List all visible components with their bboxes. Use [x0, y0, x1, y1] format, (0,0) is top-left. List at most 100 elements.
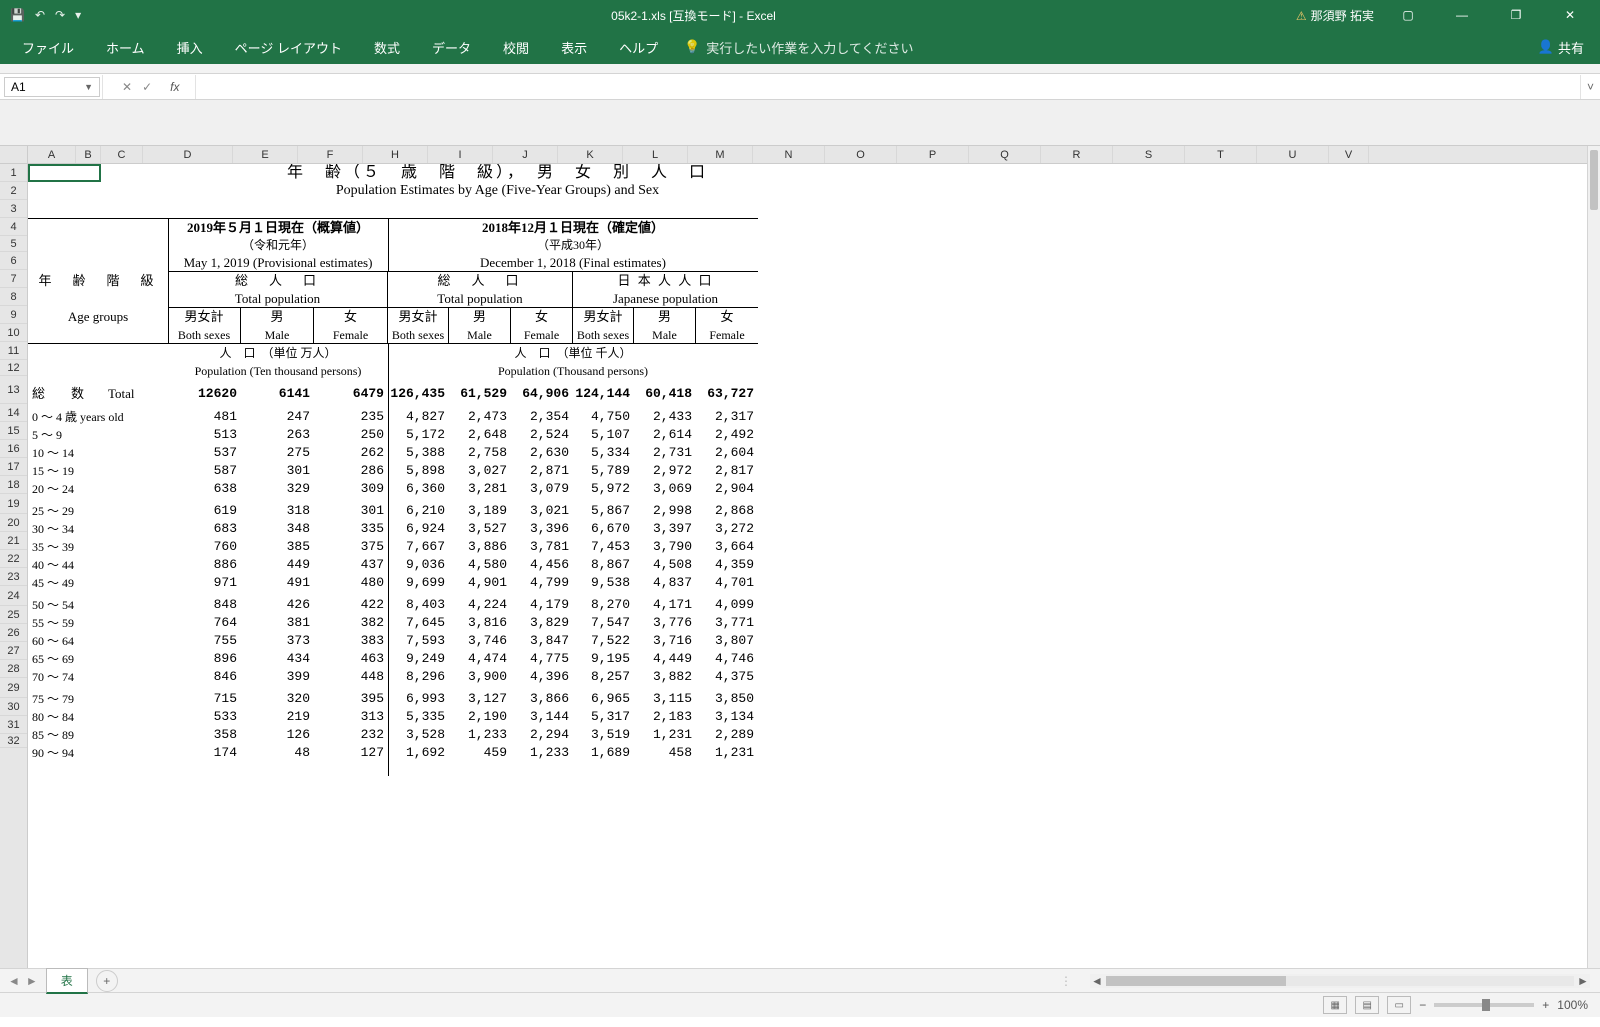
column-header-V[interactable]: V — [1329, 146, 1369, 163]
ribbon-tab-0[interactable]: ファイル — [6, 30, 90, 64]
sheet-tab-active[interactable]: 表 — [46, 968, 88, 994]
enter-formula-icon[interactable]: ✓ — [142, 80, 152, 94]
row-header-30[interactable]: 30 — [0, 698, 27, 716]
column-header-L[interactable]: L — [623, 146, 688, 163]
row-header-27[interactable]: 27 — [0, 642, 27, 660]
row-header-14[interactable]: 14 — [0, 404, 27, 422]
minimize-button[interactable]: — — [1442, 8, 1482, 22]
row-header-4[interactable]: 4 — [0, 218, 27, 236]
row-header-12[interactable]: 12 — [0, 360, 27, 376]
row-header-17[interactable]: 17 — [0, 458, 27, 476]
maximize-button[interactable]: ❐ — [1496, 8, 1536, 22]
column-header-U[interactable]: U — [1257, 146, 1329, 163]
cells-area[interactable]: 年 齢（５ 歳 階 級）， 男 女 別 人 口 Population Estim… — [28, 164, 1587, 968]
redo-icon[interactable]: ↷ — [55, 8, 65, 22]
column-header-B[interactable]: B — [76, 146, 101, 163]
select-all-corner[interactable] — [0, 146, 28, 164]
column-header-E[interactable]: E — [233, 146, 298, 163]
row-header-22[interactable]: 22 — [0, 550, 27, 568]
ribbon-tab-8[interactable]: ヘルプ — [603, 30, 674, 64]
sheet-next-icon[interactable]: ► — [26, 974, 38, 988]
hscroll-thumb[interactable] — [1106, 976, 1286, 986]
column-header-N[interactable]: N — [753, 146, 825, 163]
row-header-18[interactable]: 18 — [0, 476, 27, 494]
name-box-dropdown-icon[interactable]: ▼ — [84, 82, 93, 92]
row-header-20[interactable]: 20 — [0, 514, 27, 532]
vertical-scrollbar[interactable] — [1587, 146, 1600, 968]
ribbon-tab-2[interactable]: 挿入 — [161, 30, 219, 64]
zoom-in-button[interactable]: + — [1542, 998, 1549, 1012]
ribbon-tab-6[interactable]: 校閲 — [487, 30, 545, 64]
ribbon-tab-4[interactable]: 数式 — [358, 30, 416, 64]
row-header-25[interactable]: 25 — [0, 606, 27, 624]
row-header-9[interactable]: 9 — [0, 306, 27, 324]
hscroll-left-icon[interactable]: ◄ — [1090, 974, 1104, 988]
expand-formula-bar-icon[interactable]: ˅ — [1580, 75, 1600, 99]
fx-icon[interactable]: fx — [162, 80, 187, 94]
row-header-11[interactable]: 11 — [0, 342, 27, 360]
view-page-break-button[interactable]: ▭ — [1387, 996, 1411, 1014]
horizontal-scrollbar[interactable]: ◄ ► — [1090, 974, 1590, 988]
column-header-T[interactable]: T — [1185, 146, 1257, 163]
undo-icon[interactable]: ↶ — [35, 8, 45, 22]
column-header-K[interactable]: K — [558, 146, 623, 163]
column-header-J[interactable]: J — [493, 146, 558, 163]
column-header-Q[interactable]: Q — [969, 146, 1041, 163]
ribbon-tab-3[interactable]: ページ レイアウト — [219, 30, 358, 64]
row-header-1[interactable]: 1 — [0, 164, 27, 182]
column-header-S[interactable]: S — [1113, 146, 1185, 163]
row-header-24[interactable]: 24 — [0, 586, 27, 606]
ribbon-tab-7[interactable]: 表示 — [545, 30, 603, 64]
column-header-D[interactable]: D — [143, 146, 233, 163]
view-normal-button[interactable]: ▦ — [1323, 996, 1347, 1014]
sheet-prev-icon[interactable]: ◄ — [8, 974, 20, 988]
row-header-19[interactable]: 19 — [0, 494, 27, 514]
save-icon[interactable]: 💾 — [10, 8, 25, 22]
column-header-C[interactable]: C — [101, 146, 143, 163]
column-header-O[interactable]: O — [825, 146, 897, 163]
row-header-7[interactable]: 7 — [0, 270, 27, 288]
account-warning[interactable]: ⚠那須野 拓実 — [1296, 7, 1374, 24]
zoom-slider[interactable] — [1434, 1003, 1534, 1007]
vertical-scroll-thumb[interactable] — [1590, 150, 1598, 210]
row-header-3[interactable]: 3 — [0, 200, 27, 218]
ribbon-tab-5[interactable]: データ — [416, 30, 487, 64]
column-header-R[interactable]: R — [1041, 146, 1113, 163]
row-header-2[interactable]: 2 — [0, 182, 27, 200]
row-header-26[interactable]: 26 — [0, 624, 27, 642]
column-header-H[interactable]: H — [363, 146, 428, 163]
column-header-A[interactable]: A — [28, 146, 76, 163]
column-header-I[interactable]: I — [428, 146, 493, 163]
row-header-29[interactable]: 29 — [0, 678, 27, 698]
zoom-level[interactable]: 100% — [1557, 998, 1588, 1012]
view-page-layout-button[interactable]: ▤ — [1355, 996, 1379, 1014]
row-header-21[interactable]: 21 — [0, 532, 27, 550]
row-header-5[interactable]: 5 — [0, 236, 27, 252]
row-header-8[interactable]: 8 — [0, 288, 27, 306]
cancel-formula-icon[interactable]: ✕ — [122, 80, 132, 94]
close-button[interactable]: ✕ — [1550, 8, 1590, 22]
formula-input[interactable] — [196, 75, 1580, 99]
row-header-13[interactable]: 13 — [0, 376, 27, 404]
row-header-32[interactable]: 32 — [0, 734, 27, 748]
row-header-16[interactable]: 16 — [0, 440, 27, 458]
row-header-6[interactable]: 6 — [0, 252, 27, 270]
row-header-28[interactable]: 28 — [0, 660, 27, 678]
column-header-M[interactable]: M — [688, 146, 753, 163]
qat-more-icon[interactable]: ▾ — [75, 8, 81, 22]
row-header-31[interactable]: 31 — [0, 716, 27, 734]
add-sheet-button[interactable]: + — [96, 970, 118, 992]
column-header-P[interactable]: P — [897, 146, 969, 163]
row-header-23[interactable]: 23 — [0, 568, 27, 586]
share-button[interactable]: 👤 共有 — [1538, 38, 1600, 57]
tell-me-search[interactable]: 💡 実行したい作業を入力してください — [674, 38, 913, 57]
zoom-slider-knob[interactable] — [1482, 999, 1490, 1011]
name-box[interactable]: A1 ▼ — [4, 77, 100, 97]
ribbon-options-icon[interactable]: ▢ — [1388, 8, 1428, 22]
column-header-F[interactable]: F — [298, 146, 363, 163]
row-header-15[interactable]: 15 — [0, 422, 27, 440]
sheet-nav[interactable]: ◄► — [0, 974, 46, 988]
hscroll-right-icon[interactable]: ► — [1576, 974, 1590, 988]
zoom-out-button[interactable]: − — [1419, 998, 1426, 1012]
row-header-10[interactable]: 10 — [0, 324, 27, 342]
